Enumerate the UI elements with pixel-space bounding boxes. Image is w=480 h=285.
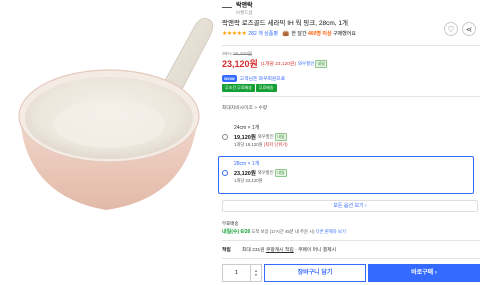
sale-price: 23,120원 xyxy=(222,59,258,69)
wok-pan-illustration xyxy=(18,18,214,210)
delivery-row: 내일(수) 6/26 도착 보장 (17시간 45분 내 주문 시) 다른 판매… xyxy=(222,228,346,235)
other-seller-link[interactable]: 다른 판매자 보기 xyxy=(316,229,346,234)
brand-logo-icon xyxy=(222,7,232,11)
chevron-down-icon[interactable]: ▼ xyxy=(254,273,257,277)
free-shipping-badge: 무조건 무료배송 xyxy=(222,84,255,92)
shopping-bag-icon: 👜 xyxy=(281,31,290,37)
divider xyxy=(222,240,480,241)
buy-suffix: 구매했어요 xyxy=(332,31,356,37)
option-radio-selected[interactable] xyxy=(222,170,228,176)
option-unit-price: 1개당 19,120원 xyxy=(234,142,263,147)
points-text: 최대 231원 쿠팡캐시 적립 · 쿠페이 머니 결제시 xyxy=(242,246,336,253)
discount-row: 36% 36,400원 xyxy=(222,50,252,57)
option-size: 28cm × 1개 xyxy=(234,161,260,167)
divider xyxy=(222,96,480,97)
all-options-button[interactable]: 모든 옵션 보기 › xyxy=(222,200,478,212)
add-to-cart-button[interactable]: 장바구니 담기 xyxy=(264,264,366,282)
quantity-input[interactable]: 1 xyxy=(223,265,251,281)
brand-row[interactable]: 락앤락 브랜드샵 xyxy=(222,2,253,16)
free-shipping-badge: 무료배송 xyxy=(255,84,277,92)
wow-member-row: WOW 고객님은 와우회원으로 xyxy=(222,75,285,82)
rocket-delivery-badge: 내일 xyxy=(315,59,327,68)
wow-badge: WOW xyxy=(222,75,237,82)
option-size: 24cm × 1개 xyxy=(234,125,260,131)
quantity-stepper[interactable]: 1 ▲ ▼ xyxy=(222,264,262,282)
points-label: 적립 xyxy=(222,248,231,253)
delivery-note: 도착 보장 (17시간 45분 내 주문 시) xyxy=(251,229,315,234)
rocket-delivery-badge: 내일 xyxy=(275,169,287,177)
points-row: 적립 최대 231원 쿠팡캐시 적립 · 쿠페이 머니 결제시 xyxy=(222,246,336,253)
star-rating-icon[interactable]: ★★★★★ xyxy=(222,30,247,37)
heart-icon[interactable]: ♡ xyxy=(444,22,458,36)
rocket-delivery-badge: 내일 xyxy=(275,133,287,141)
wow-discount-tag: 와우할인 xyxy=(297,60,315,66)
coupang-cash-link[interactable]: 쿠팡캐시 적립 xyxy=(266,248,294,253)
buy-text: 한 달간 xyxy=(291,31,307,37)
product-info-panel: 락앤락 브랜드샵 ♡ ⋖ 락앤락 로즈골드 세라믹 IH 웍 핑크, 28cm,… xyxy=(218,0,480,285)
points-amount: 최대 231원 xyxy=(242,248,265,253)
option-unit-row: 1개당 19,120원 (최저 단위가) xyxy=(234,142,288,148)
points-suffix: · 쿠페이 머니 결제시 xyxy=(295,248,336,253)
unit-price: (1개당 23,120원) xyxy=(260,62,296,67)
product-title: 락앤락 로즈골드 세라믹 IH 웍 핑크, 28cm, 1개 xyxy=(222,20,348,27)
product-image xyxy=(0,0,218,285)
brand-shop-label: 브랜드샵 xyxy=(236,10,253,15)
option-breadcrumb: 최대지비사이즈 > 수량 xyxy=(222,106,268,111)
delivery-date: 내일(수) 6/26 xyxy=(222,229,251,235)
rating-row: ★★★★★ 282 개 상품평 👜 한 달간 400명 이상 구매했어요 xyxy=(222,30,356,37)
option-tag: 와우할인 xyxy=(257,170,274,175)
review-count-link[interactable]: 282 개 상품평 xyxy=(248,30,278,37)
shipping-badges: 무조건 무료배송 무료배송 xyxy=(222,84,278,92)
divider xyxy=(222,45,480,46)
brand-name[interactable]: 락앤락 xyxy=(236,3,253,10)
divider xyxy=(222,258,480,259)
price-row: 23,120원 (1개당 23,120원) 와우할인 내일 xyxy=(222,57,327,70)
option-radio[interactable] xyxy=(222,134,228,140)
option-price-row: 23,120원 와우할인 내일 xyxy=(234,169,287,177)
buy-count: 400명 이상 xyxy=(308,31,332,37)
option-price: 23,120원 xyxy=(234,171,256,177)
option-tag: 와우할인 xyxy=(257,134,274,139)
share-icon[interactable]: ⋖ xyxy=(462,22,476,36)
lowest-unit-note: (최저 단위가) xyxy=(263,142,288,147)
option-price-row: 19,120원 와우할인 내일 xyxy=(234,133,287,141)
delivery-label: 무료배송 xyxy=(222,221,239,226)
option-unit-price: 1개당 23,120원 xyxy=(234,178,263,183)
option-price: 19,120원 xyxy=(234,135,256,141)
buy-now-button[interactable]: 바로구매 › xyxy=(368,264,480,282)
quantity-arrows[interactable]: ▲ ▼ xyxy=(251,265,261,281)
wow-member-text: 고객님은 와우회원으로 xyxy=(239,77,286,82)
